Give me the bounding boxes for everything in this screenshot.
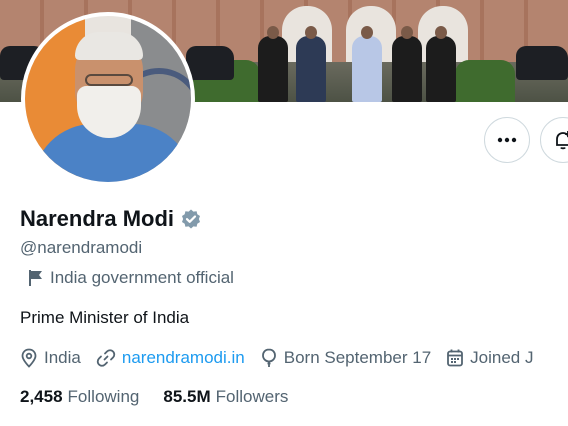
notify-button[interactable]	[540, 117, 568, 163]
calendar-icon	[447, 349, 464, 367]
joined-item: Joined J	[446, 348, 533, 368]
affiliation-label[interactable]: India government official	[28, 268, 234, 288]
more-icon	[497, 137, 517, 143]
following-label[interactable]: Following	[68, 387, 140, 407]
link-icon	[96, 349, 116, 367]
affiliation-text: India government official	[50, 268, 234, 287]
banner-person	[352, 26, 382, 102]
website-item[interactable]: narendramodi.in	[96, 348, 245, 368]
profile-header-name: Narendra Modi	[20, 206, 202, 232]
banner-person	[258, 26, 288, 102]
profile-meta: India narendramodi.in Born September 17 …	[20, 346, 548, 370]
profile-bio: Prime Minister of India	[20, 308, 190, 327]
birthday-item: Born September 17	[260, 348, 431, 368]
banner-hedge	[455, 60, 515, 102]
profile-avatar[interactable]	[21, 12, 195, 186]
avatar-glasses	[85, 74, 133, 86]
location-pin-icon	[21, 348, 37, 368]
bell-plus-icon	[556, 131, 568, 150]
flag-icon	[28, 269, 44, 287]
following-count[interactable]: 2,458	[20, 387, 63, 407]
followers-count[interactable]: 85.5M	[163, 387, 210, 407]
balloon-icon	[261, 348, 276, 367]
banner-person	[426, 26, 456, 102]
banner-person	[392, 26, 422, 102]
location-text: India	[44, 348, 81, 367]
birthday-text: Born September 17	[283, 348, 432, 367]
joined-text: Joined J	[470, 348, 534, 367]
banner-person	[296, 26, 326, 102]
avatar-hair	[75, 32, 143, 60]
verified-badge-icon[interactable]	[180, 208, 202, 230]
banner-car	[186, 46, 234, 80]
follow-stats: 2,458 Following 85.5M Followers	[20, 387, 312, 407]
banner-car	[516, 46, 568, 80]
website-link[interactable]: narendramodi.in	[122, 348, 245, 368]
location-item: India	[20, 348, 81, 368]
more-button[interactable]	[484, 117, 530, 163]
profile-handle: @narendramodi	[20, 238, 143, 257]
followers-label[interactable]: Followers	[216, 387, 289, 407]
display-name: Narendra Modi	[20, 206, 175, 231]
